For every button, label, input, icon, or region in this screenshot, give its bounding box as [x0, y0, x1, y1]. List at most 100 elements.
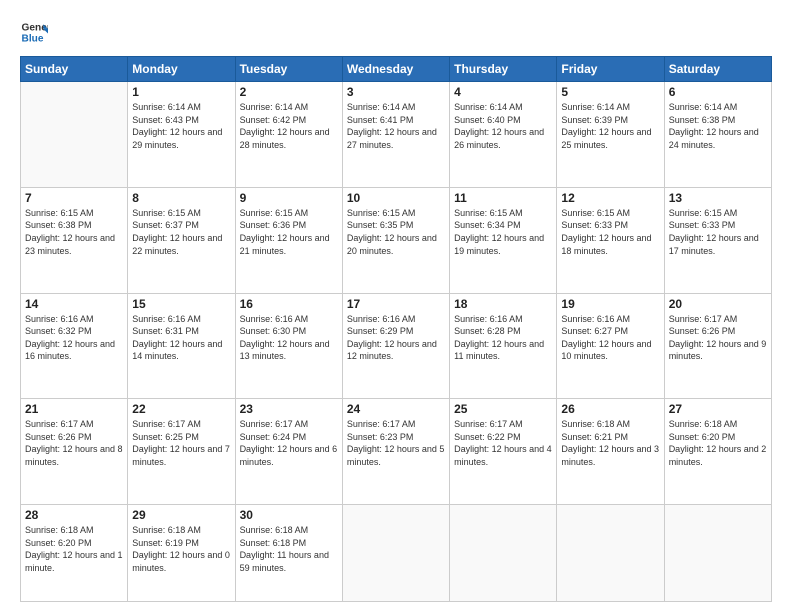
day-header-friday: Friday	[557, 57, 664, 82]
day-info: Sunrise: 6:18 AMSunset: 6:20 PMDaylight:…	[669, 418, 767, 468]
day-info: Sunrise: 6:17 AMSunset: 6:26 PMDaylight:…	[669, 313, 767, 363]
day-number: 13	[669, 191, 767, 205]
calendar-cell	[557, 505, 664, 602]
day-header-wednesday: Wednesday	[342, 57, 449, 82]
day-header-tuesday: Tuesday	[235, 57, 342, 82]
day-info: Sunrise: 6:15 AMSunset: 6:34 PMDaylight:…	[454, 207, 552, 257]
day-info: Sunrise: 6:15 AMSunset: 6:35 PMDaylight:…	[347, 207, 445, 257]
calendar-cell: 1 Sunrise: 6:14 AMSunset: 6:43 PMDaylight…	[128, 82, 235, 188]
day-header-thursday: Thursday	[450, 57, 557, 82]
day-number: 5	[561, 85, 659, 99]
day-number: 14	[25, 297, 123, 311]
day-info: Sunrise: 6:16 AMSunset: 6:27 PMDaylight:…	[561, 313, 659, 363]
day-info: Sunrise: 6:16 AMSunset: 6:32 PMDaylight:…	[25, 313, 123, 363]
day-number: 28	[25, 508, 123, 522]
page: General Blue SundayMondayTuesdayWednesda…	[0, 0, 792, 612]
calendar-week-row: 7 Sunrise: 6:15 AMSunset: 6:38 PMDaylight…	[21, 187, 772, 293]
day-number: 22	[132, 402, 230, 416]
calendar-cell	[664, 505, 771, 602]
day-number: 7	[25, 191, 123, 205]
day-header-sunday: Sunday	[21, 57, 128, 82]
day-info: Sunrise: 6:14 AMSunset: 6:39 PMDaylight:…	[561, 101, 659, 151]
calendar-cell: 30 Sunrise: 6:18 AMSunset: 6:18 PMDayligh…	[235, 505, 342, 602]
day-number: 11	[454, 191, 552, 205]
day-info: Sunrise: 6:17 AMSunset: 6:22 PMDaylight:…	[454, 418, 552, 468]
calendar-cell: 26 Sunrise: 6:18 AMSunset: 6:21 PMDayligh…	[557, 399, 664, 505]
day-number: 12	[561, 191, 659, 205]
day-number: 15	[132, 297, 230, 311]
day-info: Sunrise: 6:17 AMSunset: 6:26 PMDaylight:…	[25, 418, 123, 468]
day-number: 18	[454, 297, 552, 311]
calendar-cell: 24 Sunrise: 6:17 AMSunset: 6:23 PMDayligh…	[342, 399, 449, 505]
day-number: 1	[132, 85, 230, 99]
calendar-cell: 14 Sunrise: 6:16 AMSunset: 6:32 PMDayligh…	[21, 293, 128, 399]
day-info: Sunrise: 6:14 AMSunset: 6:42 PMDaylight:…	[240, 101, 338, 151]
calendar-cell: 21Sunrise: 6:17 AMSunset: 6:26 PMDayligh…	[21, 399, 128, 505]
svg-text:Blue: Blue	[22, 33, 44, 44]
day-info: Sunrise: 6:14 AMSunset: 6:38 PMDaylight:…	[669, 101, 767, 151]
calendar-week-row: 21Sunrise: 6:17 AMSunset: 6:26 PMDayligh…	[21, 399, 772, 505]
calendar-week-row: 28 Sunrise: 6:18 AMSunset: 6:20 PMDayligh…	[21, 505, 772, 602]
day-number: 3	[347, 85, 445, 99]
calendar-cell	[21, 82, 128, 188]
day-info: Sunrise: 6:15 AMSunset: 6:38 PMDaylight:…	[25, 207, 123, 257]
day-info: Sunrise: 6:14 AMSunset: 6:43 PMDaylight:…	[132, 101, 230, 151]
day-info: Sunrise: 6:18 AMSunset: 6:19 PMDaylight:…	[132, 524, 230, 574]
calendar-cell: 20 Sunrise: 6:17 AMSunset: 6:26 PMDayligh…	[664, 293, 771, 399]
calendar-cell: 29 Sunrise: 6:18 AMSunset: 6:19 PMDayligh…	[128, 505, 235, 602]
day-number: 26	[561, 402, 659, 416]
calendar-cell: 5 Sunrise: 6:14 AMSunset: 6:39 PMDaylight…	[557, 82, 664, 188]
day-number: 20	[669, 297, 767, 311]
header: General Blue	[20, 18, 772, 46]
day-info: Sunrise: 6:18 AMSunset: 6:20 PMDaylight:…	[25, 524, 123, 574]
calendar-week-row: 14 Sunrise: 6:16 AMSunset: 6:32 PMDayligh…	[21, 293, 772, 399]
day-info: Sunrise: 6:18 AMSunset: 6:21 PMDaylight:…	[561, 418, 659, 468]
day-number: 8	[132, 191, 230, 205]
day-number: 29	[132, 508, 230, 522]
calendar-cell: 22 Sunrise: 6:17 AMSunset: 6:25 PMDayligh…	[128, 399, 235, 505]
day-header-saturday: Saturday	[664, 57, 771, 82]
calendar-cell: 11 Sunrise: 6:15 AMSunset: 6:34 PMDayligh…	[450, 187, 557, 293]
day-info: Sunrise: 6:16 AMSunset: 6:31 PMDaylight:…	[132, 313, 230, 363]
day-info: Sunrise: 6:14 AMSunset: 6:41 PMDaylight:…	[347, 101, 445, 151]
day-number: 16	[240, 297, 338, 311]
day-number: 19	[561, 297, 659, 311]
day-info: Sunrise: 6:16 AMSunset: 6:28 PMDaylight:…	[454, 313, 552, 363]
calendar-cell: 2 Sunrise: 6:14 AMSunset: 6:42 PMDaylight…	[235, 82, 342, 188]
calendar-cell: 9Sunrise: 6:15 AMSunset: 6:36 PMDaylight…	[235, 187, 342, 293]
day-number: 23	[240, 402, 338, 416]
calendar-week-row: 1 Sunrise: 6:14 AMSunset: 6:43 PMDaylight…	[21, 82, 772, 188]
day-number: 24	[347, 402, 445, 416]
calendar-cell: 17 Sunrise: 6:16 AMSunset: 6:29 PMDayligh…	[342, 293, 449, 399]
calendar-cell: 28 Sunrise: 6:18 AMSunset: 6:20 PMDayligh…	[21, 505, 128, 602]
day-number: 27	[669, 402, 767, 416]
day-number: 2	[240, 85, 338, 99]
calendar-cell: 8Sunrise: 6:15 AMSunset: 6:37 PMDaylight…	[128, 187, 235, 293]
day-number: 10	[347, 191, 445, 205]
calendar-cell: 23 Sunrise: 6:17 AMSunset: 6:24 PMDayligh…	[235, 399, 342, 505]
day-info: Sunrise: 6:18 AMSunset: 6:18 PMDaylight:…	[240, 524, 338, 574]
calendar-cell: 6Sunrise: 6:14 AMSunset: 6:38 PMDaylight…	[664, 82, 771, 188]
calendar-cell: 15 Sunrise: 6:16 AMSunset: 6:31 PMDayligh…	[128, 293, 235, 399]
calendar-header-row: SundayMondayTuesdayWednesdayThursdayFrid…	[21, 57, 772, 82]
day-info: Sunrise: 6:16 AMSunset: 6:29 PMDaylight:…	[347, 313, 445, 363]
day-info: Sunrise: 6:17 AMSunset: 6:25 PMDaylight:…	[132, 418, 230, 468]
calendar-cell: 19 Sunrise: 6:16 AMSunset: 6:27 PMDayligh…	[557, 293, 664, 399]
calendar-cell: 3 Sunrise: 6:14 AMSunset: 6:41 PMDaylight…	[342, 82, 449, 188]
calendar-cell: 25 Sunrise: 6:17 AMSunset: 6:22 PMDayligh…	[450, 399, 557, 505]
calendar-cell: 10 Sunrise: 6:15 AMSunset: 6:35 PMDayligh…	[342, 187, 449, 293]
day-info: Sunrise: 6:16 AMSunset: 6:30 PMDaylight:…	[240, 313, 338, 363]
day-info: Sunrise: 6:15 AMSunset: 6:33 PMDaylight:…	[561, 207, 659, 257]
calendar-cell: 16 Sunrise: 6:16 AMSunset: 6:30 PMDayligh…	[235, 293, 342, 399]
calendar-cell: 12 Sunrise: 6:15 AMSunset: 6:33 PMDayligh…	[557, 187, 664, 293]
calendar-cell: 18 Sunrise: 6:16 AMSunset: 6:28 PMDayligh…	[450, 293, 557, 399]
logo: General Blue	[20, 18, 48, 46]
calendar-cell: 4Sunrise: 6:14 AMSunset: 6:40 PMDaylight…	[450, 82, 557, 188]
day-info: Sunrise: 6:17 AMSunset: 6:23 PMDaylight:…	[347, 418, 445, 468]
day-number: 30	[240, 508, 338, 522]
calendar-cell	[450, 505, 557, 602]
day-number: 25	[454, 402, 552, 416]
day-number: 9	[240, 191, 338, 205]
day-number: 17	[347, 297, 445, 311]
day-info: Sunrise: 6:17 AMSunset: 6:24 PMDaylight:…	[240, 418, 338, 468]
